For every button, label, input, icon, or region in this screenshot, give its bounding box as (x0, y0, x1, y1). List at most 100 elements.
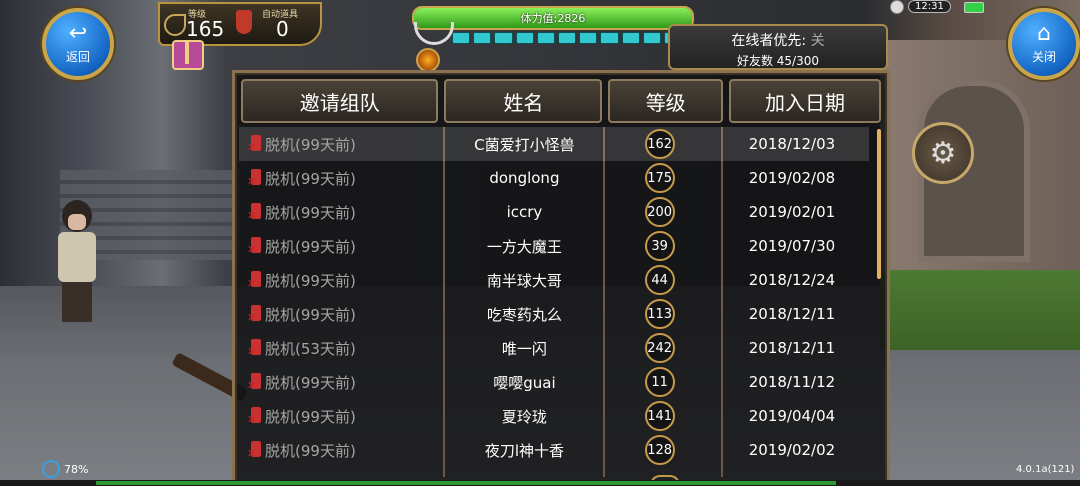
level-cell: 128 (604, 435, 715, 465)
header-level[interactable]: 等级 (608, 79, 723, 123)
status-cell[interactable]: ✕ 脱机(99天前) (239, 134, 444, 155)
offline-phone-icon: ✕ (247, 441, 263, 459)
table-row[interactable]: ✕ 脱机(99天前) 南半球大哥 44 2018/12/24 (239, 263, 869, 297)
bottom-progress-fill (96, 481, 836, 485)
table-row[interactable]: ✕ 脱机(99天前) 吃枣药丸么 113 2018/12/11 (239, 297, 869, 331)
level-cell: 175 (604, 163, 715, 193)
status-text: 脱机(99天前) (265, 237, 356, 256)
name-cell[interactable]: 一方大魔王 (444, 236, 604, 257)
offline-phone-icon: ✕ (247, 339, 263, 357)
level-cell: 141 (604, 401, 715, 431)
name-cell[interactable]: 唯一闪 (444, 338, 604, 359)
level-badge: 39 (644, 231, 675, 261)
potion-flask-icon[interactable] (236, 10, 252, 34)
name-cell[interactable]: 南半球大哥 (444, 270, 604, 291)
join-date-cell: 2019/07/30 (748, 237, 836, 255)
status-cell[interactable]: ✕ 脱机(99天前) (239, 202, 444, 223)
status-text: 脱机(99天前) (265, 135, 356, 154)
status-text: 脱机(99天前) (265, 271, 356, 290)
friends-table-body: ✕ 脱机(99天前) C菌爱打小怪兽 162 2018/12/03 ✕ 脱机(99天前) do… (239, 127, 869, 467)
player-character[interactable] (44, 200, 114, 325)
energy-segment (642, 32, 661, 44)
level-cell: 39 (604, 231, 715, 261)
level-cell: 44 (604, 265, 715, 295)
table-row[interactable]: ✕ 脱机(99天前) donglong 175 2019/02/08 (239, 161, 869, 195)
status-text: 脱机(53天前) (265, 339, 356, 358)
energy-segment (600, 32, 619, 44)
status-bar: 12:31 (890, 0, 1005, 14)
online-priority-row[interactable]: 在线者优先: 关 (670, 30, 886, 50)
energy-segment (621, 32, 640, 44)
settings-gear-button[interactable]: ⚙ (912, 122, 974, 184)
header-name[interactable]: 姓名 (444, 79, 603, 123)
name-cell[interactable]: 夜刀l神十香 (444, 440, 604, 461)
join-date-cell: 2018/11/12 (748, 373, 836, 391)
status-text: 脱机(99天前) (265, 305, 356, 324)
gift-box-icon[interactable] (172, 40, 204, 70)
status-cell[interactable]: ✕ 脱机(99天前) (239, 406, 444, 427)
level-badge: 44 (644, 265, 675, 295)
friends-list-panel: 邀请组队 姓名 等级 加入日期 ✕ 脱机(99天前) C菌爱打小怪兽 162 2018/… (232, 70, 890, 486)
energy-segment (557, 32, 577, 44)
level-badge: 242 (644, 333, 675, 363)
level-badge: 128 (644, 435, 675, 465)
close-button[interactable]: ⌂ 关闭 (1008, 8, 1080, 80)
level-cell: 162 (604, 129, 715, 159)
clock-icon (890, 0, 904, 14)
online-priority-panel[interactable]: 在线者优先: 关 好友数 45/300 (668, 24, 888, 70)
name-cell[interactable]: 吃枣药丸么 (444, 304, 604, 325)
back-button[interactable]: ↩ 返回 (42, 8, 114, 80)
table-row[interactable]: ✕ 脱机(99天前) 夜刀l神十香 128 2019/02/02 (239, 433, 869, 467)
join-date-cell: 2018/12/03 (748, 135, 836, 153)
status-cell[interactable]: ✕ 脱机(99天前) (239, 304, 444, 325)
energy-segment (473, 32, 492, 44)
header-invite-party[interactable]: 邀请组队 (241, 79, 439, 123)
friends-count: 好友数 45/300 (736, 54, 820, 68)
bottom-progress-bar (0, 480, 1080, 486)
name-cell[interactable]: 夏玲珑 (444, 406, 604, 427)
table-row[interactable]: ✕ 脱机(53天前) 唯一闪 242 2018/12/11 (239, 331, 869, 365)
join-date-cell: 2019/02/01 (748, 203, 836, 221)
wing-icon (164, 14, 186, 36)
auto-item-value: 0 (276, 17, 289, 41)
online-priority-toggle[interactable]: 关 (811, 33, 825, 49)
status-text: 脱机(99天前) (265, 441, 356, 460)
status-text: 脱机(99天前) (265, 169, 356, 188)
gear-icon: ⚙ (929, 135, 957, 171)
name-cell[interactable]: 嘤嘤guai (444, 372, 604, 393)
stamina-bar: 体力值:2826 (412, 6, 694, 30)
name-cell[interactable]: iccry (444, 203, 604, 221)
battery-indicator: 78% (42, 460, 88, 478)
status-cell[interactable]: ✕ 脱机(53天前) (239, 338, 444, 359)
table-row[interactable]: ✕ 脱机(99天前) 嘤嘤guai 11 2018/11/12 (239, 365, 869, 399)
character-legs (62, 282, 92, 322)
status-cell[interactable]: ✕ 脱机(99天前) (239, 372, 444, 393)
join-date-cell: 2019/02/08 (748, 169, 836, 187)
join-date-cell: 2019/04/04 (748, 407, 836, 425)
stamina-text: 体力值:2826 (520, 12, 586, 25)
scrollbar[interactable] (877, 129, 881, 279)
offline-phone-icon: ✕ (247, 135, 263, 153)
status-cell[interactable]: ✕ 脱机(99天前) (239, 168, 444, 189)
table-row[interactable]: ✕ 脱机(99天前) 夏玲珑 141 2019/04/04 (239, 399, 869, 433)
table-row[interactable]: ✕ 脱机(99天前) 一方大魔王 39 2019/07/30 (239, 229, 869, 263)
name-cell[interactable]: C菌爱打小怪兽 (444, 134, 604, 155)
close-button-label: 关闭 (1031, 50, 1056, 64)
status-cell[interactable]: ✕ 脱机(99天前) (239, 236, 444, 257)
name-cell[interactable]: donglong (444, 169, 604, 187)
table-row[interactable]: ✕ 脱机(99天前) C菌爱打小怪兽 162 2018/12/03 (239, 127, 869, 161)
energy-segment (579, 32, 598, 44)
character-face (68, 214, 86, 230)
status-cell[interactable]: ✕ 脱机(99天前) (239, 270, 444, 291)
clock-time: 12:31 (908, 0, 951, 13)
energy-segment (515, 32, 534, 44)
header-join-date[interactable]: 加入日期 (728, 79, 882, 123)
back-button-label: 返回 (65, 50, 90, 64)
energy-segment (494, 32, 513, 44)
table-row[interactable]: ✕ 脱机(99天前) iccry 200 2019/02/01 (239, 195, 869, 229)
level-badge: 175 (644, 163, 675, 193)
back-arrow-icon: ↩ (68, 21, 88, 46)
torch-icon[interactable] (416, 48, 440, 72)
level-value: 165 (186, 17, 225, 41)
status-cell[interactable]: ✕ 脱机(99天前) (239, 440, 444, 461)
